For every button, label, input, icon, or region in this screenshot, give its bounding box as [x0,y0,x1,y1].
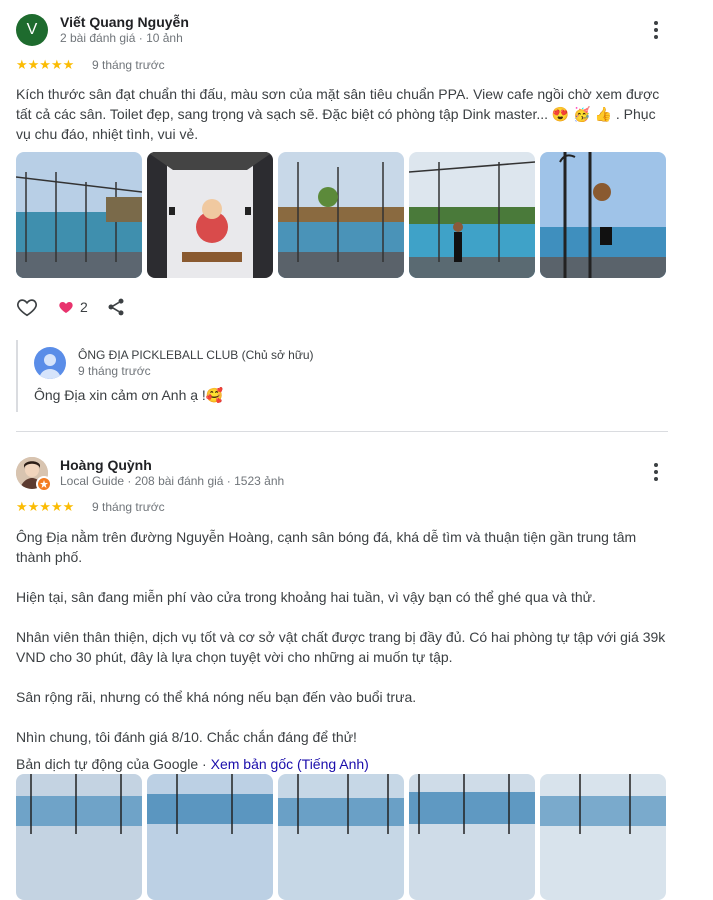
owner-reply: ÔNG ĐỊA PICKLEBALL CLUB (Chủ sở hữu) 9 t… [16,340,658,412]
owner-reply-text: Ông Địa xin cảm ơn Anh ạ !🥰 [34,387,224,403]
star-rating: ★★★★★ [16,57,75,72]
reviewer-name[interactable]: Viết Quang Nguyễn [60,14,189,30]
photo-strip [16,152,666,278]
review-date: 9 tháng trước [92,58,165,72]
translation-note: Bản dịch tự động của Google · [16,756,207,772]
review-paragraph: Nhân viên thân thiện, dịch vụ tốt và cơ … [16,629,666,665]
review-photo[interactable] [147,152,273,278]
review-paragraph: Ông Địa nằm trên đường Nguyễn Hoàng, cạn… [16,529,637,565]
share-icon[interactable] [106,297,126,317]
divider [16,431,668,432]
translation-row: Bản dịch tự động của Google · Xem bản gố… [16,756,369,772]
owner-reply-date: 9 tháng trước [78,364,151,378]
view-original-link[interactable]: Xem bản gốc (Tiếng Anh) [211,756,369,772]
heart-filled-icon [58,299,74,315]
local-guide-badge-icon [36,476,52,492]
review-photo[interactable] [540,774,666,900]
review-paragraph: Sân rộng rãi, nhưng có thể khá nóng nếu … [16,689,417,705]
review-paragraph: Nhìn chung, tôi đánh giá 8/10. Chắc chắn… [16,729,357,745]
reaction-count: 2 [80,299,88,315]
star-rating: ★★★★★ [16,499,75,514]
more-vert-icon[interactable] [644,460,668,484]
review-paragraph: Hiện tại, sân đang miễn phí vào cửa tron… [16,589,596,605]
review-photo[interactable] [278,774,404,900]
reviewer-meta: Local Guide · 208 bài đánh giá · 1523 ản… [60,474,285,488]
review-date: 9 tháng trước [92,500,165,514]
avatar[interactable]: V [16,14,48,46]
review-photo[interactable] [16,774,142,900]
review-photo[interactable] [540,152,666,278]
review-actions: 2 [16,296,126,318]
review-photo[interactable] [278,152,404,278]
review-photo[interactable] [409,152,535,278]
owner-name: ÔNG ĐỊA PICKLEBALL CLUB (Chủ sở hữu) [78,348,314,362]
reviewer-meta: 2 bài đánh giá · 10 ảnh [60,31,183,45]
owner-avatar[interactable] [34,347,66,379]
reaction-chip[interactable]: 2 [58,299,88,315]
review-text: Kích thước sân đạt chuẩn thi đấu, màu sơ… [16,86,660,142]
reviewer-name[interactable]: Hoàng Quỳnh [60,457,152,473]
heart-outline-icon[interactable] [16,296,38,318]
review-photo[interactable] [147,774,273,900]
avatar-letter: V [26,21,38,38]
review-photo[interactable] [16,152,142,278]
photo-strip [16,774,666,900]
more-vert-icon[interactable] [644,18,668,42]
review-photo[interactable] [409,774,535,900]
